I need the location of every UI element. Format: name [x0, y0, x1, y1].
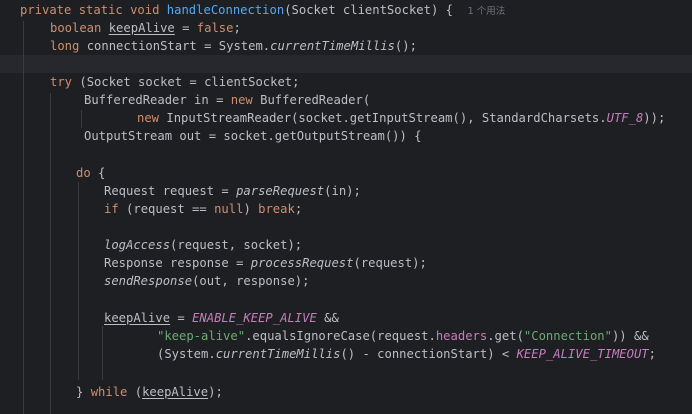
- variable: keepAlive: [108, 21, 175, 35]
- static-method-call: processRequest: [250, 256, 354, 270]
- field: headers: [435, 329, 488, 343]
- code-text: (Socket socket = clientSocket;: [79, 75, 300, 89]
- code-text: ;: [233, 21, 241, 35]
- code-text: ));: [643, 111, 666, 125]
- code-line-2[interactable]: boolean keepAlive = false;: [50, 19, 241, 37]
- code-line-14[interactable]: logAccess(request, socket);: [104, 236, 302, 254]
- code-line-7[interactable]: new InputStreamReader(socket.getInputStr…: [137, 109, 665, 127]
- code-editor[interactable]: private static void handleConnection(Soc…: [0, 0, 692, 414]
- indent-guide: [50, 93, 51, 414]
- keyword: if: [104, 202, 119, 216]
- code-text: );: [208, 385, 223, 399]
- indent-guide: [81, 110, 82, 128]
- string-literal: "Connection": [523, 329, 612, 343]
- code-line-8[interactable]: OutputStream out = socket.getOutputStrea…: [84, 127, 422, 145]
- code-line-5[interactable]: try (Socket socket = clientSocket;: [50, 73, 299, 91]
- code-text: ;: [648, 347, 656, 361]
- code-line-20[interactable]: (System.currentTimeMillis() - connection…: [157, 345, 656, 363]
- code-line-6[interactable]: BufferedReader in = new BufferedReader(: [84, 91, 370, 109]
- code-line-16[interactable]: sendResponse(out, response);: [104, 272, 309, 290]
- code-text: =: [174, 21, 197, 35]
- indent-guide: [102, 326, 103, 380]
- code-text: (System.: [157, 347, 216, 361]
- code-text: BufferedReader(: [252, 93, 371, 107]
- code-text: }: [76, 385, 91, 399]
- keyword: void: [130, 3, 160, 17]
- keyword: new: [230, 93, 253, 107]
- static-method-call: currentTimeMillis: [270, 39, 395, 53]
- code-line-18[interactable]: keepAlive = ENABLE_KEEP_ALIVE &&: [104, 309, 339, 327]
- static-method-call: currentTimeMillis: [215, 347, 341, 361]
- method-name: handleConnection: [166, 3, 285, 17]
- code-text: (in);: [324, 184, 361, 198]
- keyword: private: [20, 3, 72, 17]
- static-method-call: parseRequest: [236, 184, 325, 198]
- code-text: &&: [316, 311, 339, 325]
- constant: UTF_8: [606, 111, 644, 125]
- keyword: new: [137, 111, 160, 125]
- constant: KEEP_ALIVE_TIMEOUT: [516, 347, 649, 361]
- code-text: OutputStream out = socket.getOutputStrea…: [84, 129, 422, 143]
- code-text: (request ==: [118, 202, 215, 216]
- variable: keepAlive: [104, 311, 171, 325]
- code-text: Request request =: [104, 184, 237, 198]
- code-text: (: [127, 385, 143, 399]
- code-text: .equalsIgnoreCase(request.: [245, 329, 436, 343]
- code-text: (Socket clientSocket) {: [284, 3, 453, 17]
- code-line-15[interactable]: Response response = processRequest(reque…: [104, 254, 427, 272]
- code-text: .get(: [487, 329, 524, 343]
- current-line-highlight: [0, 55, 692, 73]
- indent-guide: [78, 182, 79, 380]
- code-text: (request, socket);: [170, 238, 303, 252]
- keyword: while: [90, 385, 128, 399]
- string-literal: "keep-alive": [157, 329, 246, 343]
- constant: ENABLE_KEEP_ALIVE: [192, 311, 317, 325]
- code-text: BufferedReader in =: [84, 93, 231, 107]
- code-text: (out, response);: [192, 274, 310, 288]
- code-text: ): [243, 202, 259, 216]
- code-line-11[interactable]: Request request = parseRequest(in);: [104, 182, 361, 200]
- keyword: static: [78, 3, 123, 17]
- code-text: {: [90, 166, 106, 180]
- code-line-1[interactable]: private static void handleConnection(Soc…: [20, 1, 505, 19]
- code-text: InputStreamReader(socket.getInputStream(…: [159, 111, 607, 125]
- code-text: () - connectionStart) <: [340, 347, 517, 361]
- code-line-3[interactable]: long connectionStart = System.currentTim…: [50, 37, 417, 55]
- code-text: ();: [394, 39, 417, 53]
- code-text: =: [170, 311, 193, 325]
- keyword: boolean: [50, 21, 102, 35]
- code-text: ;: [294, 202, 303, 216]
- keyword: try: [50, 75, 73, 89]
- static-method-call: sendResponse: [104, 274, 193, 288]
- code-text: Response response =: [104, 256, 251, 270]
- code-text: connectionStart = System.: [86, 39, 271, 53]
- code-line-10[interactable]: do {: [76, 164, 105, 182]
- code-text: (request);: [353, 256, 427, 270]
- static-method-call: logAccess: [104, 238, 171, 252]
- code-text: )) &&: [611, 329, 649, 343]
- code-line-12[interactable]: if (request == null) break;: [104, 200, 302, 218]
- keyword: false: [196, 21, 234, 35]
- variable: keepAlive: [142, 385, 209, 399]
- code-line-19[interactable]: "keep-alive".equalsIgnoreCase(request.he…: [157, 327, 649, 345]
- keyword: do: [76, 166, 91, 180]
- code-line-22[interactable]: } while (keepAlive);: [76, 383, 223, 401]
- usage-hint[interactable]: 1 个用法: [468, 6, 506, 17]
- indent-guide: [23, 21, 24, 414]
- keyword: null: [214, 202, 244, 216]
- keyword: long: [50, 39, 80, 53]
- keyword: break: [258, 202, 295, 216]
